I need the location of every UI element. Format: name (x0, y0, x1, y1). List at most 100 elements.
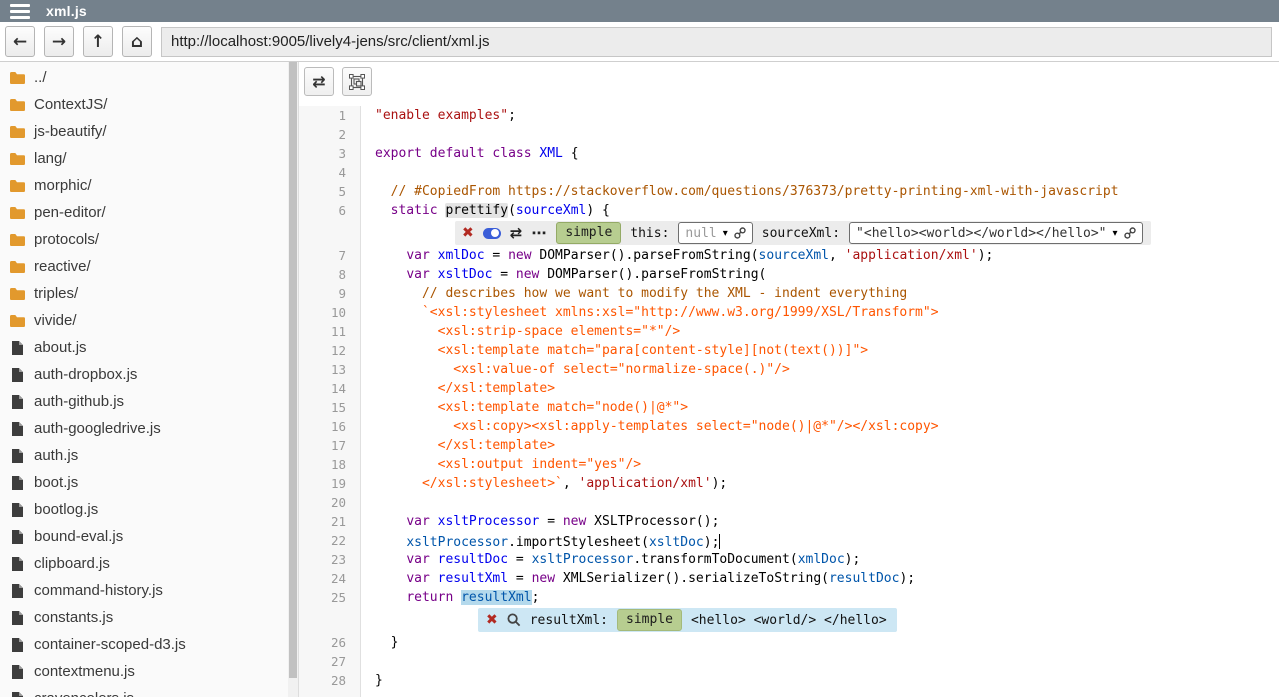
line-number: 26 (299, 633, 361, 652)
line-number: 2 (299, 125, 361, 144)
file-icon (8, 664, 26, 680)
sidebar-item-label: contextmenu.js (34, 663, 135, 680)
this-value-dropdown[interactable]: null ▾ (678, 222, 752, 244)
code-line: 26 } (299, 633, 1279, 652)
file-icon (8, 502, 26, 518)
sidebar-item-container-scoped-d3-js[interactable]: container-scoped-d3.js (0, 631, 288, 658)
resultxml-label: resultXml: (530, 613, 608, 628)
mode-badge[interactable]: simple (556, 222, 621, 244)
sidebar-item-parent-dir[interactable]: ../ (0, 64, 288, 91)
sidebar-item-label: ../ (34, 69, 47, 86)
inspect-button[interactable] (342, 67, 372, 96)
sidebar-item-contextjs[interactable]: ContextJS/ (0, 91, 288, 118)
code-line: 21 var xsltProcessor = new XSLTProcessor… (299, 512, 1279, 531)
sidebar-item-label: morphic/ (34, 177, 92, 194)
code-line: 7 var xmlDoc = new DOMParser().parseFrom… (299, 246, 1279, 265)
probe-widget[interactable]: ✖⇄⋯simplethis:null▾sourceXml:"<hello><wo… (455, 221, 1151, 245)
line-gutter (299, 690, 361, 697)
dropdown-arrow-icon[interactable]: ▾ (1113, 228, 1118, 239)
sidebar-item-bootlog-js[interactable]: bootlog.js (0, 496, 288, 523)
file-icon (8, 340, 26, 356)
sidebar-item-label: auth-dropbox.js (34, 366, 137, 383)
code-text: "enable examples"; (361, 106, 516, 125)
result-widget[interactable]: ✖ resultXml: simple <hello> <world/> </hell… (478, 608, 897, 632)
sidebar-item-pen-editor[interactable]: pen-editor/ (0, 199, 288, 226)
link-icon[interactable] (1124, 227, 1136, 239)
link-icon[interactable] (734, 227, 746, 239)
sidebar-item-bound-eval-js[interactable]: bound-eval.js (0, 523, 288, 550)
sidebar-item-boot-js[interactable]: boot.js (0, 469, 288, 496)
sidebar-item-auth-js[interactable]: auth.js (0, 442, 288, 469)
sidebar-item-constants-js[interactable]: constants.js (0, 604, 288, 631)
code-line: 2 (299, 125, 1279, 144)
up-button[interactable]: ↑ (83, 26, 113, 57)
code-text: var xmlDoc = new DOMParser().parseFromSt… (361, 246, 993, 265)
back-button[interactable]: ← (5, 26, 35, 57)
swap-icon[interactable]: ⇄ (510, 224, 523, 242)
sidebar-item-auth-dropbox-js[interactable]: auth-dropbox.js (0, 361, 288, 388)
code-line: 12 <xsl:template match="para[content-sty… (299, 341, 1279, 360)
code-text: </xsl:stylesheet>`, 'application/xml'); (361, 474, 727, 493)
sidebar-scrollbar[interactable] (288, 62, 298, 697)
menu-icon[interactable] (10, 4, 30, 19)
code-line: 13 <xsl:value-of select="normalize-space… (299, 360, 1279, 379)
sidebar-item-triples[interactable]: triples/ (0, 280, 288, 307)
sidebar-item-js-beautify[interactable]: js-beautify/ (0, 118, 288, 145)
sidebar-item-label: reactive/ (34, 258, 91, 275)
this-label: this: (630, 226, 669, 241)
file-browser: ../ ContextJS/js-beautify/lang/morphic/pe… (0, 62, 288, 697)
sidebar-item-auth-googledrive-js[interactable]: auth-googledrive.js (0, 415, 288, 442)
resultxml-value: <hello> <world/> </hello> (691, 613, 887, 628)
code-line: 25 return resultXml; (299, 588, 1279, 607)
sourcexml-value-dropdown[interactable]: "<hello><world></world></hello>"▾ (849, 222, 1142, 244)
sidebar-item-crayoncolors-js[interactable]: crayoncolors.js (0, 685, 288, 697)
close-icon[interactable]: ✖ (486, 612, 498, 628)
sidebar-item-reactive[interactable]: reactive/ (0, 253, 288, 280)
sidebar-item-vivide[interactable]: vivide/ (0, 307, 288, 334)
code-text: var xsltDoc = new DOMParser().parseFromS… (361, 265, 766, 284)
mode-badge[interactable]: simple (617, 609, 682, 631)
line-number: 24 (299, 569, 361, 588)
sidebar-item-clipboard-js[interactable]: clipboard.js (0, 550, 288, 577)
code-text (361, 652, 375, 671)
sidebar-item-label: bound-eval.js (34, 528, 123, 545)
sidebar-item-protocols[interactable]: protocols/ (0, 226, 288, 253)
folder-icon (8, 206, 26, 220)
code-text: <xsl:value-of select="normalize-space(.)… (361, 360, 790, 379)
file-icon (8, 691, 26, 697)
sidebar-item-auth-github-js[interactable]: auth-github.js (0, 388, 288, 415)
sidebar-item-label: clipboard.js (34, 555, 110, 572)
code-text (361, 125, 375, 144)
line-number: 25 (299, 588, 361, 607)
main-content: ../ ContextJS/js-beautify/lang/morphic/pe… (0, 62, 1279, 697)
code-line: 20 (299, 493, 1279, 512)
this-value: null (685, 226, 716, 241)
code-line: 18 <xsl:output indent="yes"/> (299, 455, 1279, 474)
more-icon[interactable]: ⋯ (531, 224, 547, 242)
search-icon[interactable] (507, 613, 521, 627)
sidebar-scrollbar-thumb[interactable] (289, 62, 297, 678)
toggle-on-icon[interactable] (483, 228, 501, 239)
code-editor[interactable]: 1"enable examples";23export default clas… (299, 106, 1279, 697)
code-text: export default class XML { (361, 144, 579, 163)
result-widget-row: ✖ resultXml: simple <hello> <world/> </hell… (299, 607, 1279, 633)
dropdown-arrow-icon[interactable]: ▾ (723, 228, 728, 239)
sidebar-item-about-js[interactable]: about.js (0, 334, 288, 361)
sidebar-item-label: auth-github.js (34, 393, 124, 410)
sidebar-item-lang[interactable]: lang/ (0, 145, 288, 172)
sidebar-item-morphic[interactable]: morphic/ (0, 172, 288, 199)
sidebar-item-contextmenu-js[interactable]: contextmenu.js (0, 658, 288, 685)
forward-button[interactable]: → (44, 26, 74, 57)
swap-view-button[interactable]: ⇄ (304, 67, 334, 96)
close-icon[interactable]: ✖ (462, 225, 474, 241)
sidebar-item-command-history-js[interactable]: command-history.js (0, 577, 288, 604)
text-cursor (719, 534, 720, 549)
url-input[interactable] (161, 27, 1272, 57)
home-button[interactable]: ⌂ (122, 26, 152, 57)
code-text: // describes how we want to modify the X… (361, 284, 907, 303)
code-text: `<xsl:stylesheet xmlns:xsl="http://www.w… (361, 303, 939, 322)
code-text: <xsl:copy><xsl:apply-templates select="n… (361, 417, 939, 436)
line-number: 16 (299, 417, 361, 436)
folder-icon (8, 98, 26, 112)
code-text: </xsl:template> (361, 379, 555, 398)
